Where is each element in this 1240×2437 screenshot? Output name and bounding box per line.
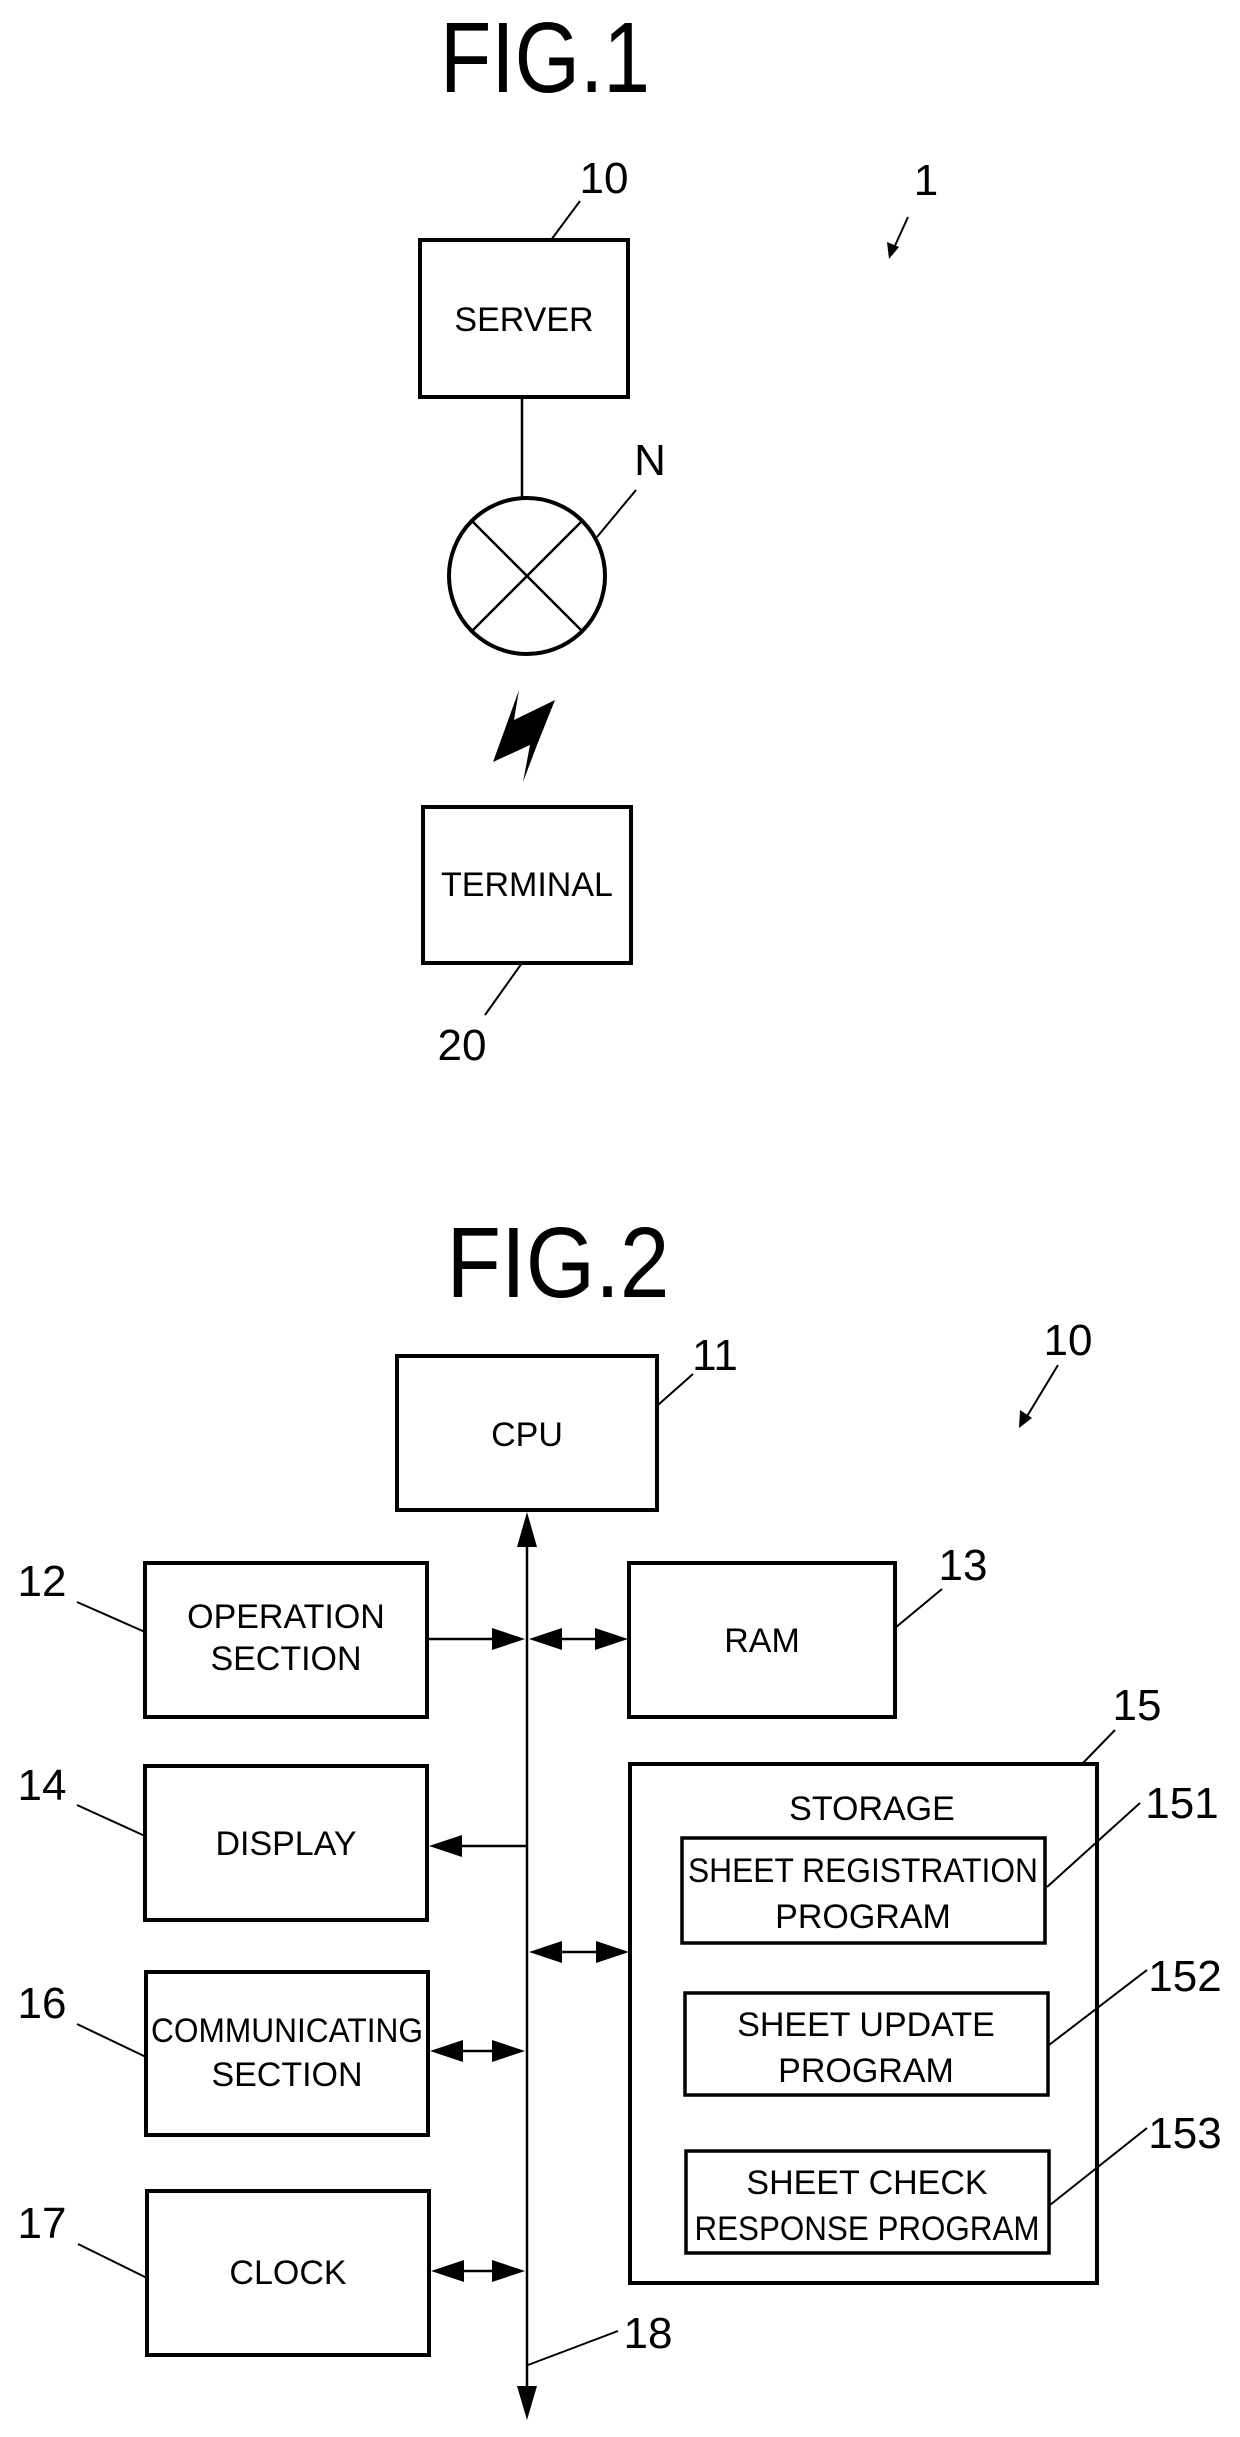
operation-leader-line	[76, 1601, 146, 1633]
operation-ref-label: 12	[18, 1557, 67, 1606]
communicating-leader-line	[76, 2023, 147, 2058]
system-bus	[517, 1512, 537, 2420]
terminal-block[interactable]: TERMINAL	[421, 805, 633, 965]
communicating-label-line1: COMMUNICATING	[151, 2012, 423, 2050]
communicating-label-line2: SECTION	[211, 2056, 362, 2094]
comm-bus-double-arrow-icon	[430, 2040, 525, 2062]
cpu-block[interactable]: CPU	[395, 1354, 659, 1512]
bus-ref-label: 18	[624, 2309, 673, 2358]
communicating-section-block[interactable]: COMMUNICATING SECTION	[144, 1970, 430, 2137]
program-152-line2: PROGRAM	[778, 2052, 954, 2090]
server-leader-line	[550, 200, 581, 241]
device-ref-label: 10	[1044, 1316, 1093, 1365]
fig1-title: FIG.1	[440, 2, 650, 114]
system-ref-label: 1	[914, 156, 938, 205]
display-ref-label: 14	[18, 1761, 67, 1810]
bus-up-arrow-icon	[517, 1512, 537, 1547]
program-152-line1: SHEET UPDATE	[737, 2006, 995, 2044]
sheet-registration-program-block[interactable]: SHEET REGISTRATION PROGRAM	[680, 1836, 1047, 1945]
cpu-label: CPU	[491, 1416, 563, 1454]
display-label: DISPLAY	[215, 1825, 356, 1863]
program-151-line1: SHEET REGISTRATION	[688, 1852, 1038, 1890]
storage-label: STORAGE	[789, 1790, 955, 1828]
communicating-ref-label: 16	[18, 1979, 67, 2028]
cpu-ref-label: 11	[692, 1331, 738, 1380]
program-151-line2: PROGRAM	[775, 1898, 951, 1936]
display-block[interactable]: DISPLAY	[143, 1764, 429, 1922]
network-ref-label: N	[634, 436, 666, 485]
sheet-update-program-block[interactable]: SHEET UPDATE PROGRAM	[683, 1991, 1050, 2097]
ram-leader-line	[894, 1588, 943, 1629]
operation-label-line2: SECTION	[210, 1640, 361, 1678]
terminal-label: TERMINAL	[441, 866, 613, 904]
bus-down-arrow-icon	[517, 2386, 537, 2420]
program-153-line1: SHEET CHECK	[746, 2164, 988, 2202]
sheet-check-response-program-block[interactable]: SHEET CHECK RESPONSE PROGRAM	[684, 2149, 1051, 2255]
network-leader-line	[596, 489, 637, 538]
program-151-ref-label: 151	[1145, 1779, 1218, 1828]
device-ref-arrow-icon	[1019, 1364, 1059, 1428]
bus-ram-double-arrow-icon	[529, 1628, 628, 1650]
server-label: SERVER	[454, 301, 593, 339]
patent-figures: FIG.1 1 SERVER 10 N TERMINAL 20 FIG.2 10…	[18, 2, 1222, 2420]
display-leader-line	[76, 1804, 146, 1837]
bus-leader-line	[527, 2330, 619, 2366]
wireless-lightning-icon	[493, 690, 555, 782]
program-153-ref-label: 153	[1148, 2109, 1221, 2158]
storage-leader-line	[1081, 1729, 1116, 1765]
clock-ref-label: 17	[18, 2199, 67, 2248]
cpu-leader-line	[657, 1373, 694, 1406]
network-node[interactable]	[447, 496, 607, 656]
ram-block[interactable]: RAM	[627, 1561, 897, 1719]
ram-label: RAM	[724, 1622, 800, 1660]
clock-block[interactable]: CLOCK	[145, 2189, 431, 2357]
program-153-line2: RESPONSE PROGRAM	[695, 2210, 1040, 2248]
system-ref-arrow-icon	[887, 216, 909, 259]
operation-label-line1: OPERATION	[187, 1598, 385, 1636]
storage-ref-label: 15	[1113, 1681, 1162, 1730]
program-152-ref-label: 152	[1148, 1952, 1221, 2001]
fig2-title: FIG.2	[447, 1207, 670, 1319]
fig1: FIG.1 1 SERVER 10 N TERMINAL 20	[418, 2, 938, 1070]
server-block[interactable]: SERVER	[418, 238, 630, 399]
fig2: FIG.2 10 CPU 11 18 OPERATION SECTION 12	[18, 1207, 1222, 2420]
terminal-leader-line	[484, 962, 523, 1016]
bus-to-display-arrow-icon	[429, 1835, 527, 1857]
ram-ref-label: 13	[939, 1541, 988, 1590]
clock-label: CLOCK	[229, 2254, 346, 2292]
terminal-ref-label: 20	[438, 1021, 487, 1070]
bus-storage-double-arrow-icon	[529, 1941, 629, 1963]
clock-bus-double-arrow-icon	[431, 2260, 525, 2282]
server-ref-label: 10	[580, 154, 629, 203]
operation-to-bus-arrow-icon	[427, 1628, 525, 1650]
operation-section-block[interactable]: OPERATION SECTION	[143, 1561, 429, 1719]
clock-leader-line	[77, 2243, 148, 2279]
